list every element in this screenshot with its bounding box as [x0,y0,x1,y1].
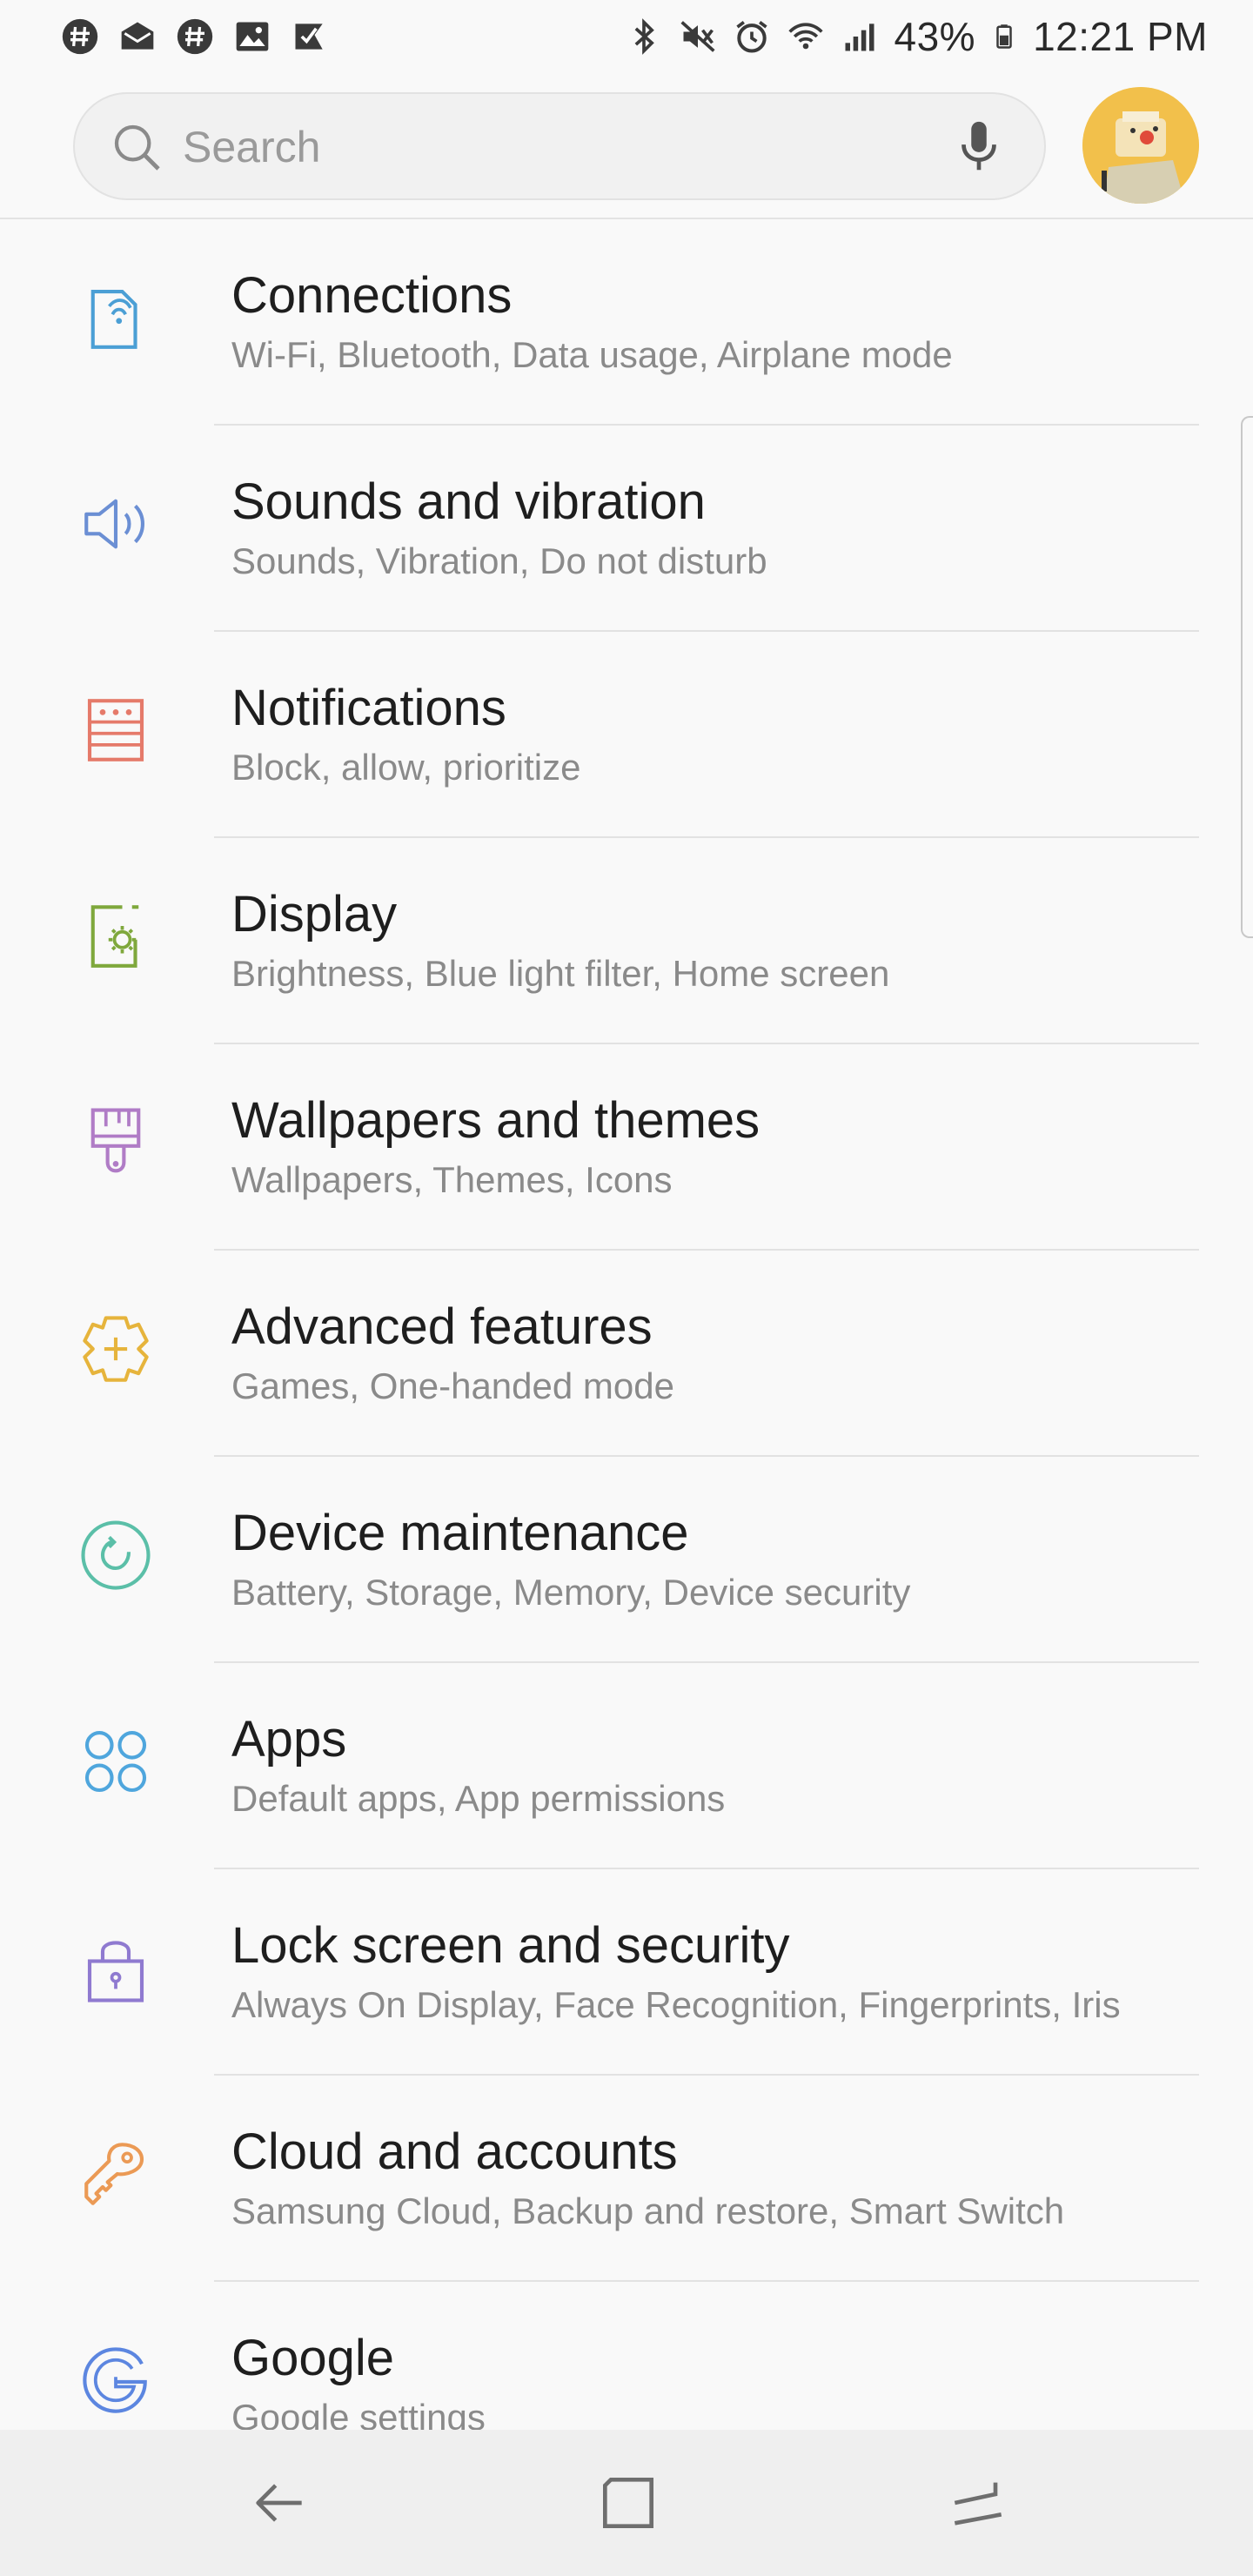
speaker-icon [84,499,144,549]
system-icons: 43% 12:21 PM [625,13,1208,60]
scroll-indicator[interactable] [1241,416,1253,938]
home-icon[interactable] [593,2468,663,2538]
settings-item-advanced-features[interactable]: Advanced features Games, One-handed mode [0,1251,1253,1457]
settings-item-connections[interactable]: Connections Wi-Fi, Bluetooth, Data usage… [0,219,1253,426]
settings-item-sounds[interactable]: Sounds and vibration Sounds, Vibration, … [0,426,1253,632]
battery-icon [996,24,1012,49]
clock: 12:21 PM [1033,14,1208,59]
item-title: Device maintenance [231,1505,689,1561]
item-title: Cloud and accounts [231,2123,678,2180]
checkbox-icon [295,23,323,50]
item-subtitle: Games, One-handed mode [231,1365,674,1406]
item-subtitle: Battery, Storage, Memory, Device securit… [231,1572,911,1613]
hashtag-icon [177,18,213,55]
key-icon [84,2143,144,2205]
settings-list: Connections Wi-Fi, Bluetooth, Data usage… [0,219,1253,2430]
refresh-circle-icon [81,1520,151,1590]
settings-item-google[interactable]: Google Google settings [0,2282,1253,2430]
item-subtitle: Brightness, Blue light filter, Home scre… [231,953,890,994]
google-icon [83,2347,147,2413]
item-title: Sounds and vibration [231,473,706,530]
mail-icon [121,22,154,50]
alarm-icon [735,21,767,53]
settings-item-display[interactable]: Display Brightness, Blue light filter, H… [0,838,1253,1044]
search-input[interactable] [181,115,933,179]
paintbrush-icon [90,1108,141,1173]
notification-icons [61,17,329,56]
item-subtitle: Samsung Cloud, Backup and restore, Smart… [231,2190,1065,2231]
avatar[interactable] [1082,87,1199,204]
navigation-bar [0,2430,1253,2576]
item-title: Wallpapers and themes [231,1092,761,1149]
item-title: Display [231,886,398,943]
mute-icon [680,21,715,52]
item-title: Apps [231,1711,347,1768]
item-subtitle: Google settings [231,2397,486,2430]
item-title: Lock screen and security [231,1917,790,1974]
lock-icon [87,1941,144,2002]
item-title: Advanced features [231,1298,653,1355]
settings-item-wallpapers[interactable]: Wallpapers and themes Wallpapers, Themes… [0,1044,1253,1251]
notifications-icon [87,699,144,761]
settings-item-apps[interactable]: Apps Default apps, App permissions [0,1663,1253,1869]
item-subtitle: Wi-Fi, Bluetooth, Data usage, Airplane m… [231,334,953,375]
gear-plus-icon [83,1316,149,1382]
settings-item-lock-screen[interactable]: Lock screen and security Always On Displ… [0,1869,1253,2076]
hashtag-icon [62,18,98,55]
recents-icon[interactable] [943,2468,1013,2538]
item-title: Notifications [231,680,506,736]
settings-item-cloud-accounts[interactable]: Cloud and accounts Samsung Cloud, Backup… [0,2076,1253,2282]
settings-item-notifications[interactable]: Notifications Block, allow, prioritize [0,632,1253,838]
item-title: Connections [231,267,513,324]
search-icon [114,124,160,171]
item-subtitle: Always On Display, Face Recognition, Fin… [231,1984,1121,2025]
search-bar[interactable] [73,92,1046,200]
bluetooth-icon [634,18,654,55]
item-title: Google [231,2330,395,2386]
status-bar: 43% 12:21 PM [0,0,1253,73]
battery-percent: 43% [894,14,976,59]
item-subtitle: Sounds, Vibration, Do not disturb [231,540,767,581]
settings-item-device-maintenance[interactable]: Device maintenance Battery, Storage, Mem… [0,1457,1253,1663]
microphone-icon[interactable] [948,117,1009,178]
connections-icon [90,289,137,349]
image-icon [236,22,269,51]
item-subtitle: Block, allow, prioritize [231,747,581,788]
search-header [0,73,1253,219]
back-icon[interactable] [244,2468,313,2538]
signal-icon [845,23,874,51]
item-subtitle: Default apps, App permissions [231,1778,726,1819]
apps-grid-icon [84,1730,147,1793]
avatar-image [1082,87,1199,204]
item-subtitle: Wallpapers, Themes, Icons [231,1159,673,1200]
wifi-icon [787,23,823,50]
display-icon [90,905,139,968]
